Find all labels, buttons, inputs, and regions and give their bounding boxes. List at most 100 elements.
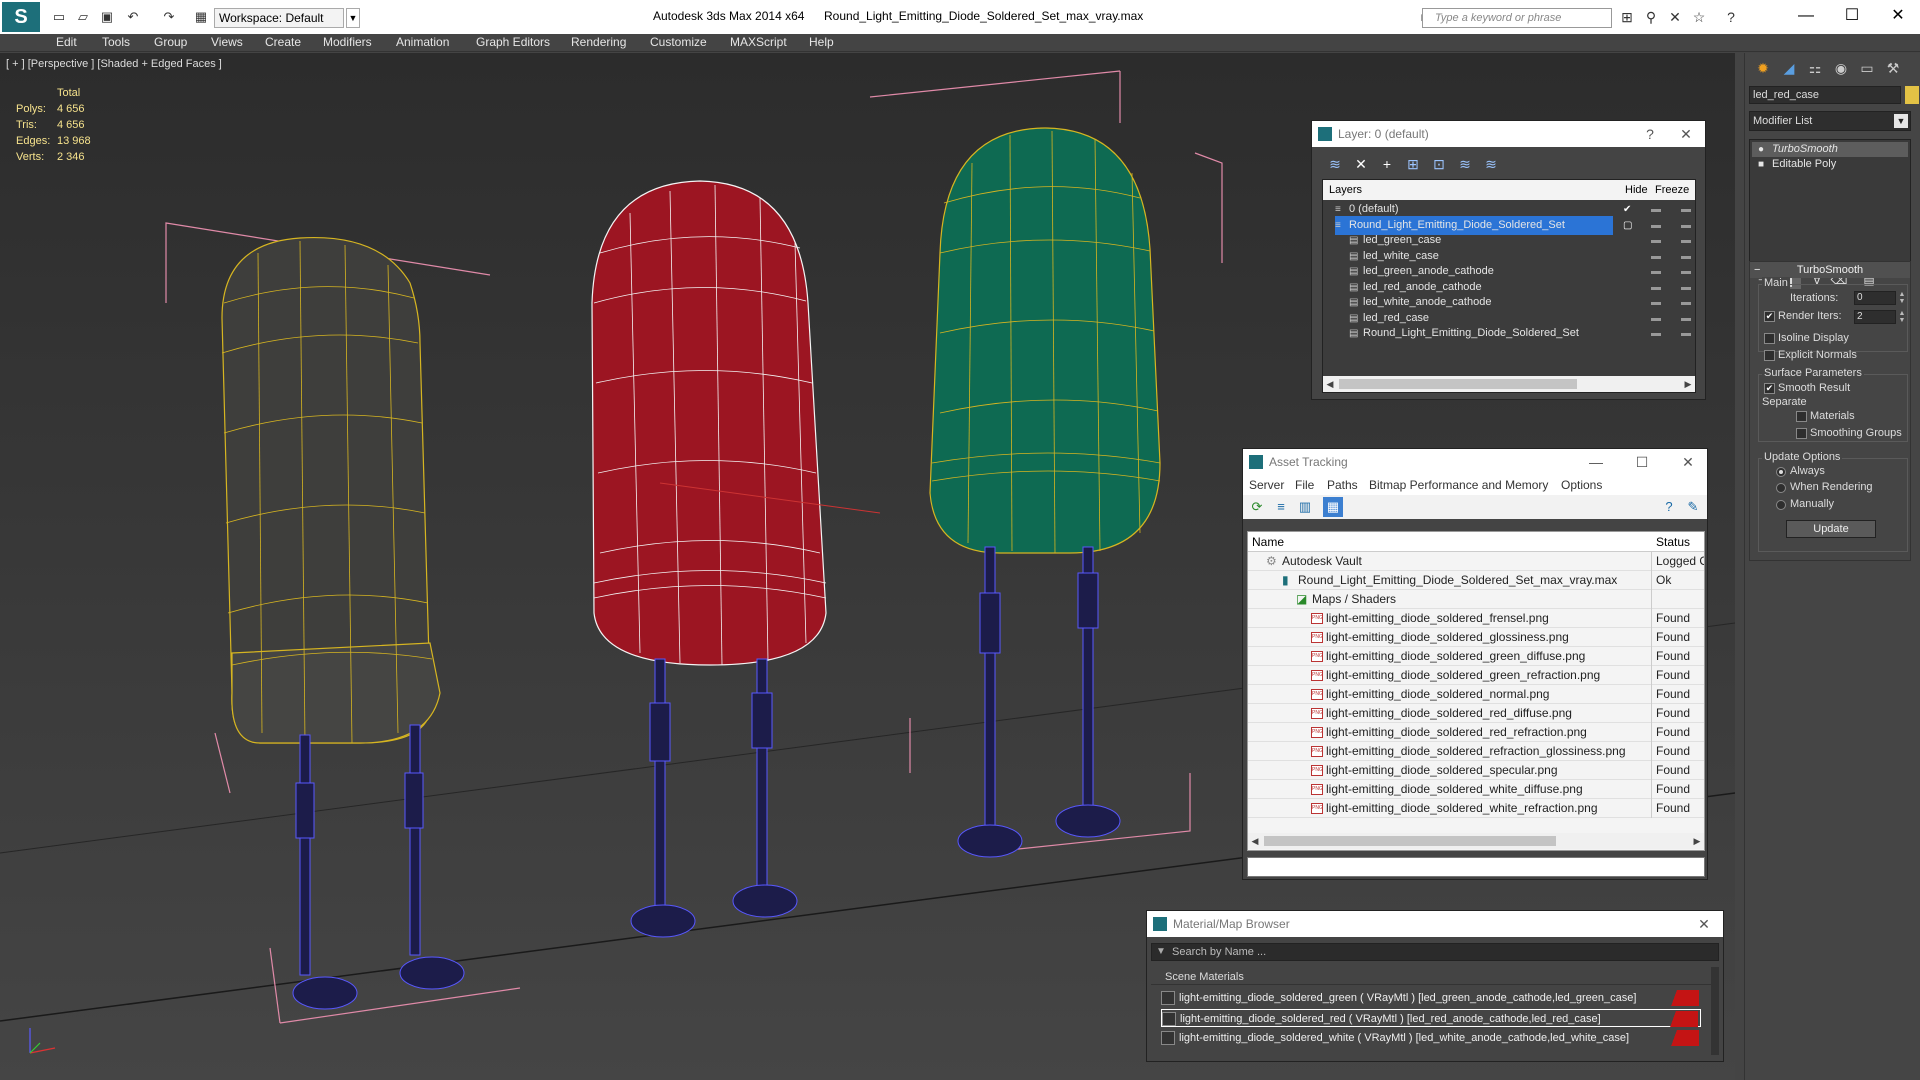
undo-icon[interactable]: ↶ [124,8,142,26]
menu-tools[interactable]: Tools [102,35,130,49]
utilities-tab-icon[interactable]: ⚒ [1881,57,1905,79]
project-folder-icon[interactable]: ▦ [192,8,210,26]
scroll-thumb[interactable] [1264,836,1556,846]
menu-group[interactable]: Group [154,35,187,49]
favorites-icon[interactable]: ☆ [1690,9,1708,25]
asset-row[interactable]: ▮ Round_Light_Emitting_Diode_Soldered_Set… [1248,571,1704,590]
app-logo[interactable]: S [2,2,40,32]
render-iters-checkbox[interactable]: ✔ [1764,311,1775,322]
layer-row[interactable]: ▤ Round_Light_Emitting_Diode_Soldered_Set… [1323,324,1695,343]
subscription-icon[interactable]: ⚲ [1642,9,1660,25]
asset-menu-options[interactable]: Options [1561,478,1602,492]
freeze-column-header[interactable]: Freeze [1655,180,1689,200]
help-icon[interactable]: ? [1659,497,1679,517]
explicit-normals-checkbox[interactable] [1764,350,1775,361]
scroll-right-icon[interactable]: ▶ [1681,376,1695,392]
save-icon[interactable]: ▣ [98,8,116,26]
layer-horizontal-scrollbar[interactable]: ◀ ▶ [1323,376,1695,392]
asset-menu-paths[interactable]: Paths [1327,478,1358,492]
asset-row[interactable]: PNG light-emitting_diode_soldered_specula… [1248,761,1704,780]
menu-customize[interactable]: Customize [650,35,707,49]
help-icon[interactable]: ? [1635,121,1665,147]
menu-help[interactable]: Help [809,35,834,49]
object-name-field[interactable]: led_red_case [1749,86,1901,104]
viewport-label[interactable]: [ + ] [Perspective ] [Shaded + Edged Fac… [6,58,222,70]
iterations-spinner-arrows[interactable]: ▲ ▼ [1898,291,1906,305]
render-iters-spinner-arrows[interactable]: ▲ ▼ [1898,310,1906,324]
material-vertical-scrollbar[interactable] [1711,967,1719,1055]
object-color-swatch[interactable] [1905,86,1919,104]
maximize-button[interactable]: ☐ [1627,449,1657,475]
search-input[interactable]: Type a keyword or phrase [1422,8,1612,28]
iterations-spinner[interactable]: 0 [1854,291,1896,305]
maximize-button[interactable]: ☐ [1832,4,1872,28]
material-row[interactable]: light-emitting_diode_soldered_green ( VR… [1161,989,1701,1007]
help-icon[interactable]: ? [1722,9,1740,25]
delete-layer-icon[interactable]: ✕ [1350,153,1372,175]
table-view-icon[interactable]: ▦ [1323,497,1343,517]
minimize-button[interactable]: — [1786,4,1826,28]
layers-column-header[interactable]: Layers [1329,180,1362,200]
stack-item-turbosmooth[interactable]: ● TurboSmooth [1752,142,1908,157]
chevron-down-icon[interactable]: ▼ [346,8,360,28]
scroll-left-icon[interactable]: ◀ [1248,833,1262,849]
isoline-checkbox[interactable] [1764,333,1775,344]
scroll-left-icon[interactable]: ◀ [1323,376,1337,392]
close-icon[interactable]: ✕ [1673,449,1703,475]
display-tab-icon[interactable]: ▭ [1855,57,1879,79]
asset-row[interactable]: PNG light-emitting_diode_soldered_red_ref… [1248,723,1704,742]
asset-row[interactable]: ◪ Maps / Shaders [1248,590,1704,609]
highlight-layer-icon[interactable]: ⊡ [1428,153,1450,175]
close-icon[interactable]: ✕ [1671,121,1701,147]
asset-row[interactable]: PNG light-emitting_diode_soldered_refract… [1248,742,1704,761]
scroll-right-icon[interactable]: ▶ [1690,833,1704,849]
menu-maxscript[interactable]: MAXScript [730,35,787,49]
chevron-down-icon[interactable]: ▼ [1894,114,1908,128]
menu-animation[interactable]: Animation [396,35,449,49]
menu-modifiers[interactable]: Modifiers [323,35,372,49]
create-tab-icon[interactable]: ✹ [1751,57,1775,79]
render-iters-spinner[interactable]: 2 [1854,310,1896,324]
asset-row[interactable]: PNG light-emitting_diode_soldered_white_d… [1248,780,1704,799]
scene-materials-group[interactable]: Scene Materials [1151,969,1711,985]
workspace-dropdown[interactable]: Workspace: Default [214,8,344,28]
binoculars-icon[interactable]: ⊞ [1618,9,1636,25]
asset-menu-bitmap-performance[interactable]: Bitmap Performance and Memory [1369,478,1548,492]
update-button[interactable]: Update [1786,520,1876,538]
hide-all-icon[interactable]: ≋ [1454,153,1476,175]
asset-row[interactable]: PNG light-emitting_diode_soldered_glossin… [1248,628,1704,647]
new-file-icon[interactable]: ▭ [50,8,68,26]
asset-row[interactable]: PNG light-emitting_diode_soldered_red_dif… [1248,704,1704,723]
scroll-thumb[interactable] [1339,379,1577,389]
asset-row[interactable]: PNG light-emitting_diode_soldered_green_d… [1248,647,1704,666]
asset-row[interactable]: PNG light-emitting_diode_soldered_normal.… [1248,685,1704,704]
expand-icon[interactable]: ■ [1758,157,1764,172]
asset-row[interactable]: PNG light-emitting_diode_soldered_frensel… [1248,609,1704,628]
status-column-header[interactable]: Status [1656,535,1690,549]
stack-item-editable-poly[interactable]: ■ Editable Poly [1752,157,1908,172]
asset-row[interactable]: PNG light-emitting_diode_soldered_green_r… [1248,666,1704,685]
options-dropdown-icon[interactable]: ▼ [1156,944,1166,960]
material-row[interactable]: light-emitting_diode_soldered_red ( VRay… [1161,1009,1701,1027]
menu-create[interactable]: Create [265,35,301,49]
create-layer-icon[interactable]: ≋ [1324,153,1346,175]
close-button[interactable]: ✕ [1878,4,1918,28]
motion-tab-icon[interactable]: ◉ [1829,57,1853,79]
refresh-icon[interactable]: ⟳ [1247,497,1267,517]
select-in-layer-icon[interactable]: ⊞ [1402,153,1424,175]
info-icon[interactable]: ✎ [1683,497,1703,517]
asset-row[interactable]: PNG light-emitting_diode_soldered_white_r… [1248,799,1704,818]
modify-tab-icon[interactable]: ◢ [1777,57,1801,79]
rollout-title[interactable]: − TurboSmooth [1750,262,1910,278]
add-to-layer-icon[interactable]: + [1376,153,1398,175]
material-window-titlebar[interactable]: Material/Map Browser [1147,911,1723,937]
when-rendering-radio[interactable] [1776,483,1786,493]
open-file-icon[interactable]: ▱ [74,8,92,26]
always-radio[interactable] [1776,467,1786,477]
material-row[interactable]: light-emitting_diode_soldered_white ( VR… [1161,1029,1701,1047]
thumbnail-view-icon[interactable]: ▥ [1295,497,1315,517]
asset-horizontal-scrollbar[interactable]: ◀ ▶ [1248,833,1704,849]
communication-icon[interactable]: ✕ [1666,9,1684,25]
menu-edit[interactable]: Edit [56,35,77,49]
freeze-all-icon[interactable]: ≋ [1480,153,1502,175]
